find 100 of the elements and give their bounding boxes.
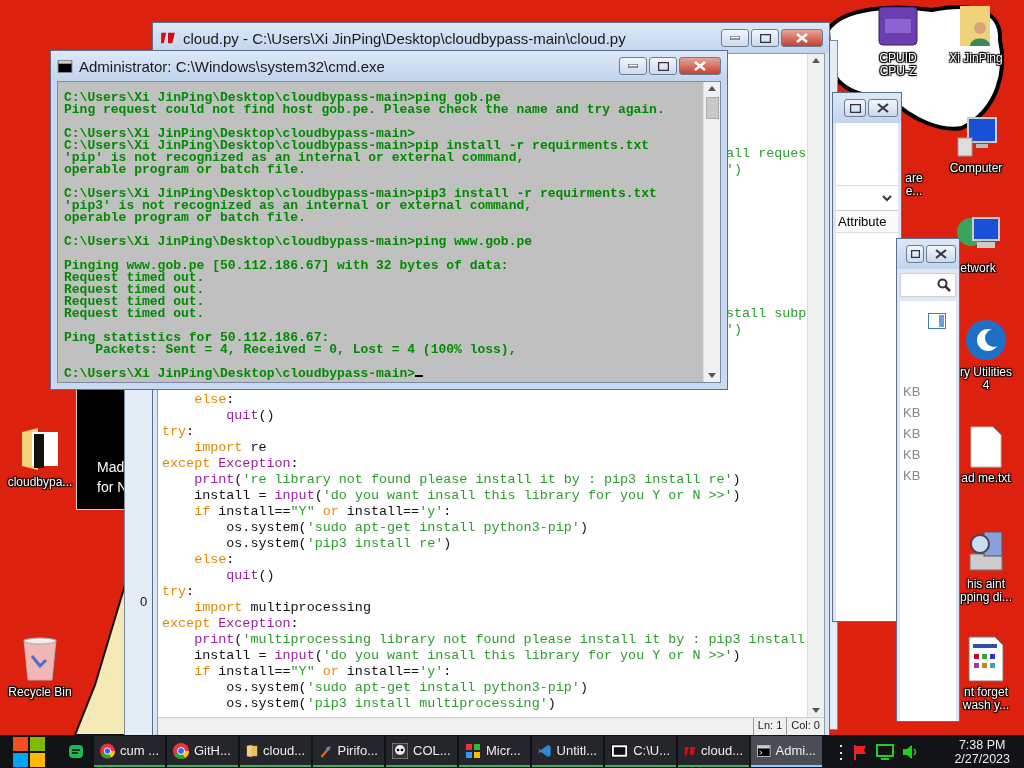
code-line: else:	[193, 552, 236, 568]
maximize-icon	[759, 33, 771, 43]
desktop-icon-label[interactable]: ad me.txt	[961, 472, 1011, 485]
console-line: Packets: Sent = 4, Received = 0, Lost = 4 (100% loss),	[94, 344, 518, 356]
code-line: except Exception:	[162, 616, 300, 632]
code-line: install = input('do you want insall this library for you Y or N >>')	[193, 488, 742, 504]
console-line: C:\Users\Xi JinPing\Desktop\cloudbypass-main>pip3 install -r requirments.txt	[64, 188, 658, 200]
maximize-button[interactable]	[751, 29, 779, 47]
chat-bubble-icon	[68, 743, 84, 760]
console-line: C:\Users\Xi JinPing\Desktop\cloudbypass-main>	[64, 368, 701, 380]
close-icon	[877, 103, 889, 113]
code-line: stall subp	[726, 306, 807, 322]
scrollbar[interactable]	[807, 54, 824, 717]
chrome-icon	[100, 742, 115, 759]
desktop-icon-label[interactable]: are e...	[905, 172, 923, 198]
taskbar-button[interactable]: Admi...	[751, 736, 822, 767]
scroll-down-icon[interactable]	[812, 708, 820, 713]
console-line: operable program or batch file.	[64, 164, 307, 176]
code-line: os.system('pip3 install multiprocessing')	[225, 696, 557, 712]
swirl-icon	[964, 318, 1008, 362]
desktop-icon-label[interactable]: Recycle Bin	[8, 686, 72, 699]
scroll-down-icon[interactable]	[708, 373, 716, 378]
desktop-icon-label[interactable]: nt forget wash y...	[962, 686, 1010, 712]
archive-icon	[611, 743, 629, 758]
close-button[interactable]	[868, 99, 898, 117]
taskbar-button[interactable]: Pirifo...	[313, 736, 384, 767]
code-line: ')	[726, 322, 744, 338]
console-line: Ping request could not find host gob.pe. Please check the name and try again.	[64, 104, 666, 116]
preview-pane-icon[interactable]	[928, 313, 946, 329]
minimize-icon	[628, 64, 638, 68]
code-line: import re	[193, 440, 268, 456]
close-button[interactable]	[679, 57, 721, 75]
desktop-icon-label[interactable]: etwork	[960, 262, 996, 275]
code-line: if install=="Y" or install=='y':	[193, 664, 453, 680]
code-line: print('multiprocessing library not found please install it by : pip3 install	[193, 632, 806, 648]
chrome-icon	[173, 742, 189, 759]
console-line: 'pip3' is not recognized as an internal or external command,	[64, 200, 534, 212]
desktop-icon-label[interactable]: cloudbypa...	[7, 476, 73, 489]
computer-icon	[954, 116, 998, 158]
console-line: Request timed out.	[64, 272, 206, 284]
flag-icon[interactable]	[852, 743, 868, 760]
maximize-button[interactable]	[844, 99, 866, 117]
console-line: C:\Users\Xi JinPing\Desktop\cloudbypass-main>ping www.gob.pe	[64, 236, 534, 248]
taskbar-button[interactable]: cloud...	[678, 736, 749, 767]
text-file-icon	[970, 426, 1002, 468]
minimize-button[interactable]	[721, 29, 749, 47]
file-size: KB	[902, 404, 922, 422]
desktop-icon-label[interactable]: CPUID CPU-Z	[879, 52, 917, 78]
code-line: os.system('sudo apt-get install python3-pip')	[225, 680, 589, 696]
file-size: KB	[902, 425, 922, 443]
console-icon	[757, 743, 771, 758]
desktop-icon-label[interactable]: Computer	[949, 162, 1003, 175]
code-line: os.system('sudo apt-get install python3-pip')	[225, 520, 589, 536]
code-line: try:	[162, 424, 196, 440]
taskbar-button[interactable]: C:\U...	[605, 736, 676, 767]
folder-icon	[246, 742, 259, 759]
close-icon	[796, 33, 808, 43]
minimize-button[interactable]	[619, 57, 647, 75]
chevron-down-icon[interactable]	[882, 194, 892, 202]
monitor-icon[interactable]	[876, 743, 894, 760]
close-button[interactable]	[781, 29, 823, 47]
code-line: try:	[162, 584, 196, 600]
close-icon	[694, 61, 706, 71]
taskbar-button[interactable]: cloud...	[240, 736, 311, 767]
console-line: C:\Users\Xi JinPing\Desktop\cloudbypass-main>pip install -r requirments.txt	[64, 140, 651, 152]
code-line: install = input('do you want insall this library for you Y or N >>')	[193, 648, 742, 664]
maximize-button[interactable]	[649, 57, 677, 75]
scroll-up-icon[interactable]	[812, 58, 820, 63]
windows-logo-icon	[13, 736, 45, 767]
taskbar-button[interactable]: COL...	[386, 736, 457, 767]
scroll-up-icon[interactable]	[708, 86, 716, 91]
recycle-bin-icon	[22, 636, 58, 682]
scrollbar[interactable]	[703, 82, 720, 382]
taskbar-button[interactable]: cum ...	[94, 736, 165, 767]
folder-icon	[20, 426, 60, 472]
desktop-icon-label[interactable]: his aint pping di...	[959, 578, 1012, 604]
code-line: if install=="Y" or install=='y':	[193, 504, 453, 520]
code-line: print('re library not found please install it by : pip3 install re')	[193, 472, 742, 488]
code-line: else:	[193, 392, 236, 408]
column-header[interactable]: Attribute	[836, 211, 898, 233]
console-line: operable program or batch file.	[64, 212, 307, 224]
scanner-icon	[966, 528, 1006, 574]
clock[interactable]: 7:38 PM 2/27/2023	[954, 737, 1010, 766]
taskbar-button[interactable]: GitH...	[167, 736, 238, 767]
console-line: C:\Users\Xi JinPing\Desktop\cloudbypass-main>	[64, 128, 416, 140]
maximize-button[interactable]	[906, 245, 924, 263]
desktop-icon-label[interactable]: ry Utilities 4	[960, 366, 1012, 392]
maximize-icon	[657, 61, 669, 71]
taskbar-button[interactable]: Untitl...	[532, 736, 603, 767]
value-text: 0	[140, 594, 148, 609]
scroll-thumb[interactable]	[705, 97, 719, 119]
skull-icon	[392, 742, 408, 759]
console-line: Pinging www.gob.pe [50.112.186.67] with 32 bytes of data:	[64, 260, 510, 272]
overflow-menu-button[interactable]: ⋮	[832, 740, 844, 763]
taskbar-button[interactable]: Micr...	[459, 736, 530, 767]
console-icon	[57, 59, 73, 73]
document-icon	[968, 636, 1004, 682]
search-field[interactable]	[900, 273, 956, 297]
close-button[interactable]	[926, 245, 956, 263]
console-line: Request timed out.	[64, 296, 206, 308]
